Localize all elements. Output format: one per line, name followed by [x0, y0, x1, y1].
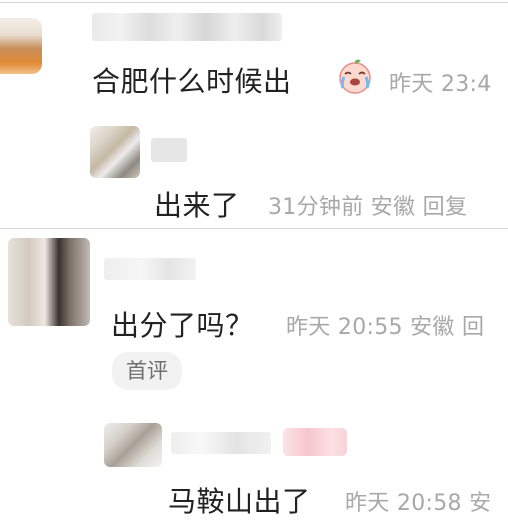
comment-meta: 昨天 20:55 安徽 回: [286, 315, 485, 340]
username-blurred[interactable]: [151, 138, 187, 162]
reply-meta: 31分钟前 安徽 回复: [268, 195, 468, 220]
crying-face-emoji: [337, 58, 373, 94]
user-badge-blurred: [283, 428, 347, 456]
avatar[interactable]: [0, 18, 42, 74]
comment-text: 合肥什么时候出: [92, 65, 292, 98]
top-divider: [0, 2, 508, 3]
username-blurred[interactable]: [171, 432, 271, 454]
username-blurred[interactable]: [92, 13, 282, 41]
reply-text: 出来了: [154, 189, 240, 222]
comment-feed: 合肥什么时候出 昨天 23:4 出来了 31分钟前 安徽 回复 出分了吗？ 昨天…: [0, 0, 508, 521]
reply-meta: 昨天 20:58 安: [345, 491, 492, 516]
comment-divider: [0, 228, 508, 229]
comment-meta: 昨天 23:4: [389, 72, 492, 97]
avatar[interactable]: [90, 126, 140, 178]
first-comment-badge: 首评: [112, 352, 182, 390]
reply-text: 马鞍山出了: [168, 485, 311, 518]
comment-text: 出分了吗？: [111, 309, 254, 342]
username-blurred[interactable]: [104, 258, 196, 280]
avatar[interactable]: [8, 238, 90, 326]
avatar[interactable]: [104, 423, 162, 467]
